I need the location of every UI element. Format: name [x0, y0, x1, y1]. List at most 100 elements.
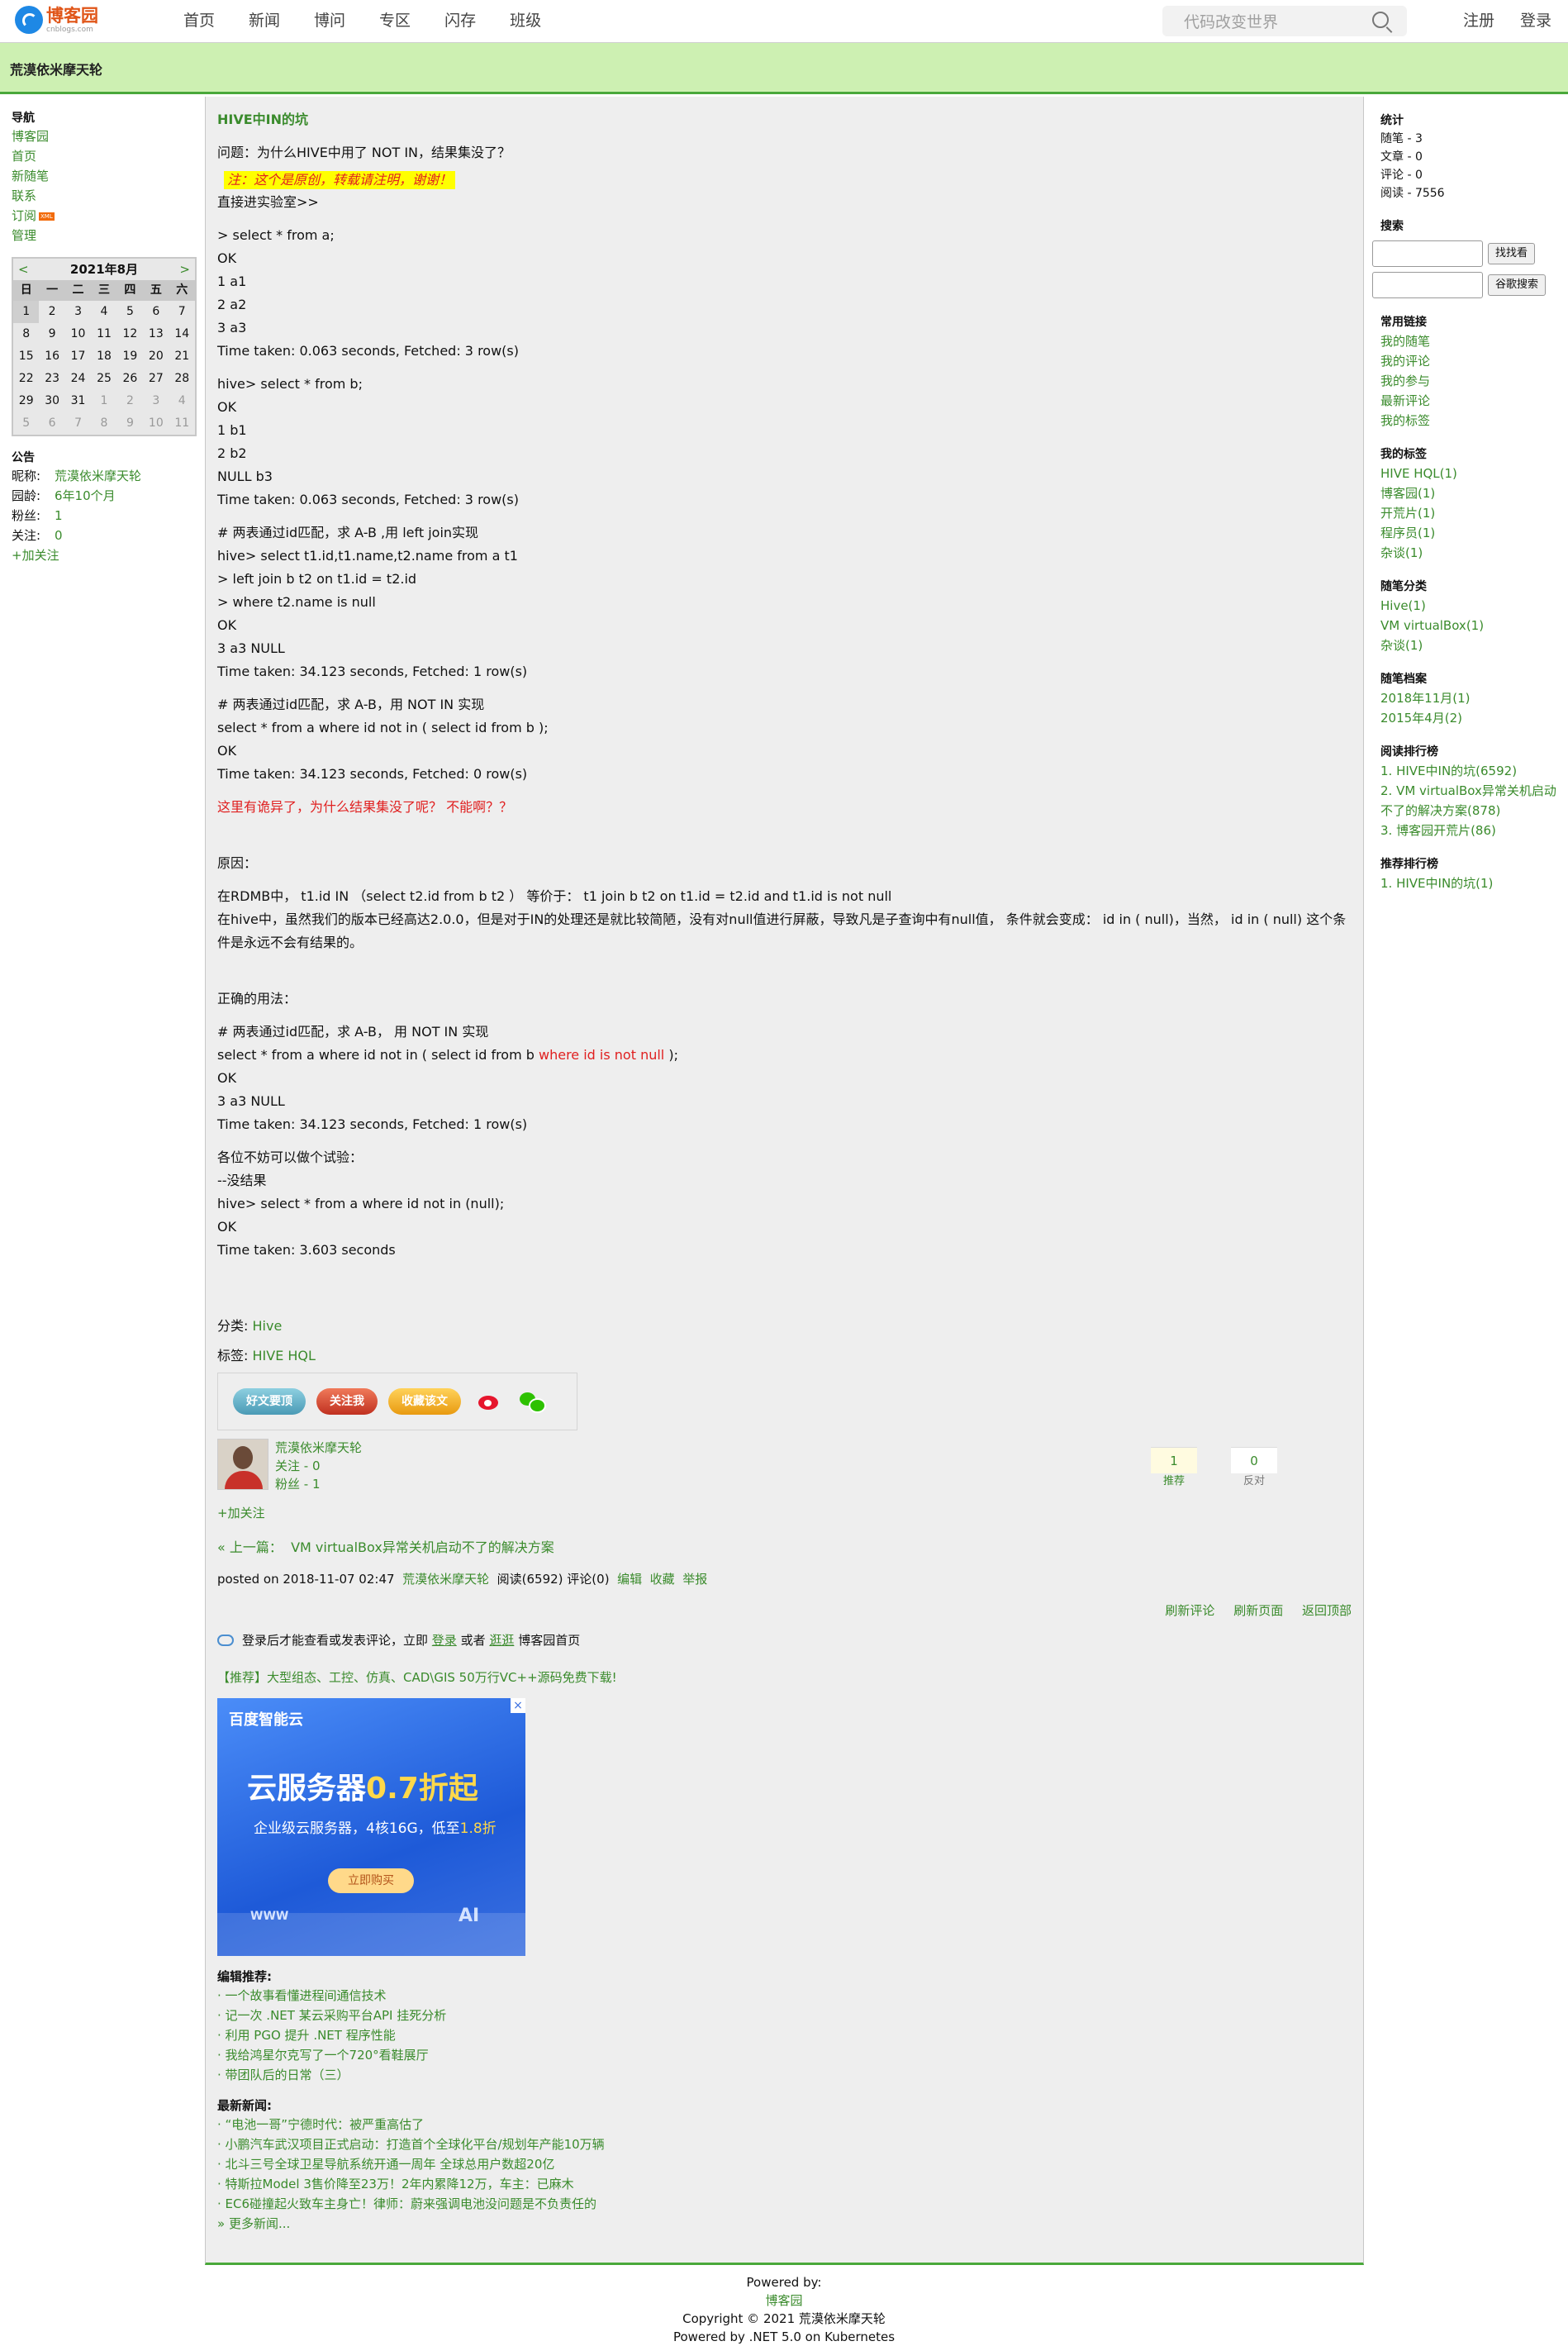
- calendar-day[interactable]: 8: [91, 412, 116, 435]
- report-link[interactable]: 举报: [682, 1572, 707, 1587]
- rss-xml-icon[interactable]: XML: [39, 212, 55, 221]
- comment-login-link[interactable]: 登录: [432, 1630, 457, 1650]
- prev-post-link[interactable]: VM virtualBox异常关机启动不了的解决方案: [291, 1539, 554, 1555]
- common-link-item[interactable]: 我的标签: [1380, 411, 1568, 431]
- blog-search-input[interactable]: [1372, 240, 1483, 267]
- browse-link[interactable]: 逛逛: [489, 1630, 514, 1650]
- calendar-day[interactable]: 22: [13, 368, 39, 390]
- common-link-item[interactable]: 我的评论: [1380, 351, 1568, 371]
- category-item[interactable]: Hive(1): [1380, 596, 1568, 616]
- promo-link[interactable]: 【推荐】大型组态、工控、仿真、CAD\GIS 50万行VC++源码免费下载!: [217, 1668, 1352, 1687]
- nav-home[interactable]: 首页: [183, 9, 215, 32]
- calendar-day[interactable]: 10: [143, 412, 169, 435]
- calendar-day[interactable]: 14: [169, 323, 195, 345]
- site-search-input[interactable]: 代码改变世界: [1162, 6, 1407, 36]
- news-item[interactable]: · EC6碰撞起火致车主身亡！律师：蔚来强调电池没问题是不负责任的: [217, 2194, 1352, 2214]
- calendar-prev-button[interactable]: <: [18, 259, 29, 280]
- read-rank-item[interactable]: 3. 博客园开荒片(86): [1380, 821, 1568, 840]
- editor-pick-item[interactable]: · 带团队后的日常（三）: [217, 2065, 1352, 2085]
- calendar-day[interactable]: 8: [13, 323, 39, 345]
- tag-item[interactable]: 程序员(1): [1380, 523, 1568, 543]
- calendar-day[interactable]: 5: [117, 301, 143, 323]
- wechat-share-icon[interactable]: [520, 1391, 546, 1413]
- calendar-day[interactable]: 27: [143, 368, 169, 390]
- common-link-item[interactable]: 最新评论: [1380, 391, 1568, 411]
- google-search-input[interactable]: [1372, 272, 1483, 298]
- author-name[interactable]: 荒漠依米摩天轮: [275, 1439, 362, 1457]
- tag-item[interactable]: HIVE HQL(1): [1380, 464, 1568, 483]
- nav-class[interactable]: 班级: [510, 9, 541, 32]
- calendar-day[interactable]: 11: [169, 412, 195, 435]
- editor-pick-item[interactable]: · 一个故事看懂进程间通信技术: [217, 1986, 1352, 2006]
- tag-item[interactable]: 博客园(1): [1380, 483, 1568, 503]
- nav-news[interactable]: 新闻: [249, 9, 280, 32]
- editor-pick-item[interactable]: · 记一次 .NET 某云采购平台API 挂死分析: [217, 2006, 1352, 2025]
- sidebar-item-home[interactable]: 首页: [12, 149, 36, 164]
- follow-button[interactable]: +加关注: [12, 545, 59, 565]
- calendar-day[interactable]: 31: [65, 390, 91, 412]
- tag-item[interactable]: 杂谈(1): [1380, 543, 1568, 563]
- calendar-day[interactable]: 21: [169, 345, 195, 368]
- calendar-day[interactable]: 17: [65, 345, 91, 368]
- nav-zone[interactable]: 专区: [379, 9, 411, 32]
- read-rank-item[interactable]: 不了的解决方案(878): [1380, 801, 1568, 821]
- calendar-day[interactable]: 26: [117, 368, 143, 390]
- oppose-button[interactable]: 0 反对: [1231, 1447, 1277, 1490]
- calendar-day[interactable]: 6: [143, 301, 169, 323]
- digg-post-button[interactable]: 好文要顶: [233, 1388, 306, 1415]
- calendar-day[interactable]: 1: [91, 390, 116, 412]
- calendar-day[interactable]: 7: [169, 301, 195, 323]
- refresh-page-link[interactable]: 刷新页面: [1233, 1603, 1283, 1618]
- read-rank-item[interactable]: 2. VM virtualBox异常关机启动: [1380, 781, 1568, 801]
- news-item[interactable]: · “电池一哥”宁德时代：被严重高估了: [217, 2115, 1352, 2134]
- calendar-day[interactable]: 4: [91, 301, 116, 323]
- calendar-day[interactable]: 10: [65, 323, 91, 345]
- register-link[interactable]: 注册: [1463, 9, 1494, 32]
- recommend-rank-item[interactable]: 1. HIVE中IN的坑(1): [1380, 873, 1568, 893]
- author-fans[interactable]: 粉丝 - 1: [275, 1475, 362, 1493]
- sidebar-item-cnblogs[interactable]: 博客园: [12, 129, 49, 144]
- calendar-day[interactable]: 18: [91, 345, 116, 368]
- common-link-item[interactable]: 我的参与: [1380, 371, 1568, 391]
- calendar-day[interactable]: 11: [91, 323, 116, 345]
- blog-title[interactable]: 荒漠依米摩天轮: [10, 60, 102, 79]
- news-item[interactable]: · 北斗三号全球卫星导航系统开通一周年 全球总用户数超20亿: [217, 2154, 1352, 2174]
- calendar-day[interactable]: 19: [117, 345, 143, 368]
- avatar[interactable]: [217, 1439, 268, 1490]
- editor-pick-item[interactable]: · 我给鸿星尔克写了一个720°看鞋展厅: [217, 2045, 1352, 2065]
- ad-buy-button[interactable]: 立即购买: [328, 1868, 414, 1893]
- bookmark-link[interactable]: 收藏: [650, 1572, 675, 1587]
- ad-close-icon[interactable]: ×: [511, 1698, 525, 1713]
- archive-item[interactable]: 2018年11月(1): [1380, 688, 1568, 708]
- calendar-day[interactable]: 28: [169, 368, 195, 390]
- read-rank-item[interactable]: 1. HIVE中IN的坑(6592): [1380, 761, 1568, 781]
- calendar-day[interactable]: 5: [13, 412, 39, 435]
- calendar-day[interactable]: 1: [13, 301, 40, 323]
- calendar-day[interactable]: 3: [143, 390, 169, 412]
- calendar-day[interactable]: 9: [117, 412, 143, 435]
- calendar-day[interactable]: 9: [39, 323, 64, 345]
- follow-me-button[interactable]: 关注我: [316, 1388, 378, 1415]
- refresh-comments-link[interactable]: 刷新评论: [1165, 1603, 1214, 1618]
- category-item[interactable]: VM virtualBox(1): [1380, 616, 1568, 635]
- calendar-day[interactable]: 12: [117, 323, 143, 345]
- archive-item[interactable]: 2015年4月(2): [1380, 708, 1568, 728]
- nav-flash[interactable]: 闪存: [444, 9, 476, 32]
- weibo-share-icon[interactable]: [477, 1391, 503, 1412]
- post-title[interactable]: HIVE中IN的坑: [217, 112, 1352, 128]
- calendar-day[interactable]: 3: [65, 301, 91, 323]
- common-link-item[interactable]: 我的随笔: [1380, 331, 1568, 351]
- calendar-day[interactable]: 23: [39, 368, 64, 390]
- editor-pick-item[interactable]: · 利用 PGO 提升 .NET 程序性能: [217, 2025, 1352, 2045]
- back-to-top-link[interactable]: 返回顶部: [1302, 1603, 1352, 1618]
- calendar-day[interactable]: 30: [39, 390, 64, 412]
- calendar-next-button[interactable]: >: [179, 259, 190, 280]
- calendar-day[interactable]: 16: [39, 345, 64, 368]
- nav-qa[interactable]: 博问: [314, 9, 345, 32]
- footer-site-link[interactable]: 博客园: [0, 2291, 1568, 2310]
- author-following[interactable]: 关注 - 0: [275, 1457, 362, 1475]
- bookmark-post-button[interactable]: 收藏该文: [388, 1388, 461, 1415]
- news-item[interactable]: · 小鹏汽车武汉项目正式启动：打造首个全球化平台/规划年产能10万辆: [217, 2134, 1352, 2154]
- calendar-day[interactable]: 4: [169, 390, 195, 412]
- calendar-day[interactable]: 13: [143, 323, 169, 345]
